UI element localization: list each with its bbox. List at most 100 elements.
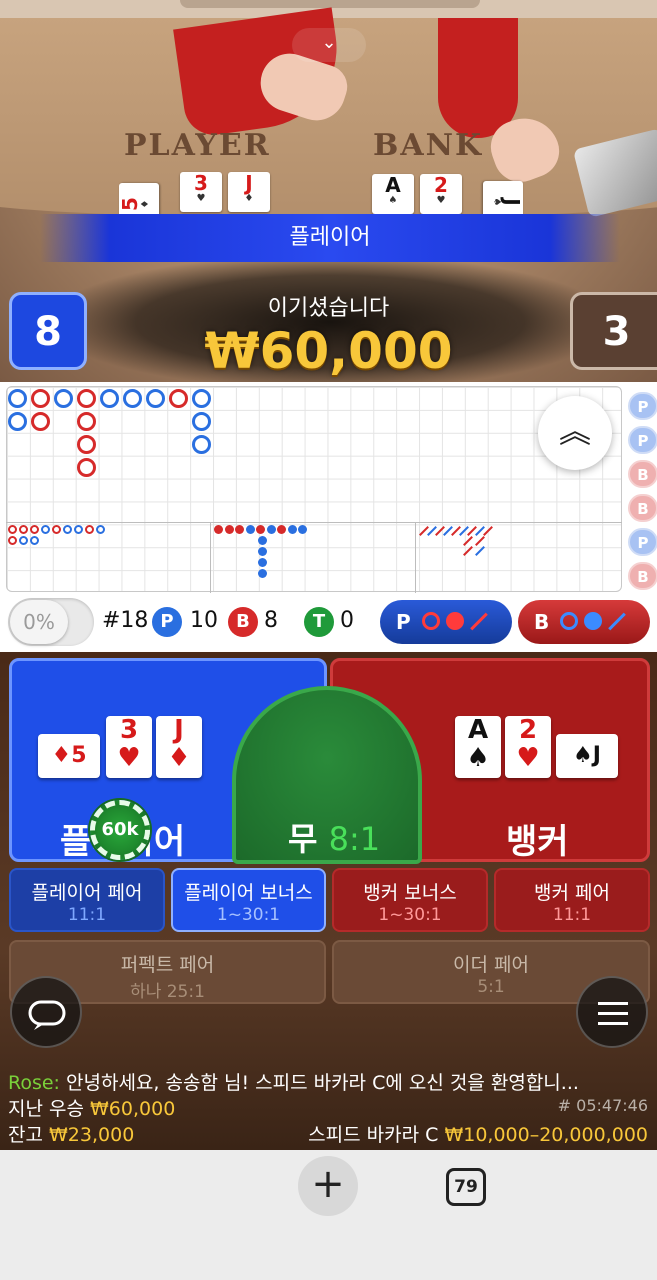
road-mini-ring <box>41 525 50 534</box>
last-win-value: ₩60,000 <box>90 1098 176 1120</box>
banker-card: ♠J <box>556 734 618 778</box>
road-ring <box>123 389 142 408</box>
banker-card: A ♠ <box>455 716 501 778</box>
banker-card: 2 ♥ <box>505 716 551 778</box>
chat-sender: Rose: <box>8 1072 60 1094</box>
road-mini-ring <box>30 525 39 534</box>
road-mini-ring <box>30 536 39 545</box>
last-win: 지난 우승 ₩60,000 <box>8 1098 176 1120</box>
hamburger-menu-icon[interactable] <box>576 976 648 1048</box>
table-card: J ♦ <box>228 172 270 212</box>
player-card: ♦5 <box>38 734 100 778</box>
banker-area-label: BANK <box>373 128 484 163</box>
road-mini-ring <box>96 525 105 534</box>
player-badge: P <box>152 607 182 637</box>
road-dot <box>298 525 307 534</box>
predict-player[interactable]: P <box>628 528 657 556</box>
table-info: 스피드 바카라 C ₩10,000–20,000,000 <box>308 1124 648 1146</box>
road-ring <box>100 389 119 408</box>
player-count: 10 <box>190 608 218 633</box>
baccarat-app: ⌄ PLAYER BANK 5 ♦ 3 ♥ J ♦ A ♠ 2 ♥ J ♠ 플레이어 이기셨… <box>0 0 657 1280</box>
chevron-double-down-icon[interactable]: ⌄ <box>292 28 366 62</box>
bet-chip[interactable]: 60k <box>90 800 150 860</box>
tie-odds: 8:1 <box>328 820 381 858</box>
percent-value: 0% <box>10 600 68 644</box>
percent-toggle[interactable]: 0% <box>8 598 94 646</box>
road-mini-ring <box>74 525 83 534</box>
chat-bubble-icon[interactable] <box>10 976 82 1048</box>
road-mini-ring <box>85 525 94 534</box>
road-mini-ring <box>8 525 17 534</box>
player-area-label: PLAYER <box>124 128 271 163</box>
ask-player-button[interactable]: P <box>380 600 512 644</box>
banker-bonus-bet[interactable]: 뱅커 보너스 1~30:1 <box>332 868 488 932</box>
table-limits: ₩10,000–20,000,000 <box>444 1124 648 1146</box>
balance: 잔고 ₩23,000 <box>8 1124 135 1146</box>
win-message: 이기셨습니다 <box>267 296 390 321</box>
tie-count: 0 <box>340 608 354 633</box>
live-video: ⌄ PLAYER BANK 5 ♦ 3 ♥ J ♦ A ♠ 2 ♥ J ♠ 플레이어 이기셨… <box>0 0 657 382</box>
player-card: J ♦ <box>156 716 202 778</box>
road-dot <box>214 525 223 534</box>
road-dot <box>258 558 267 567</box>
road-ring <box>192 389 211 408</box>
chevron-double-up-icon[interactable]: ︽ <box>538 396 612 470</box>
road-mini-ring <box>8 536 17 545</box>
road-dot <box>235 525 244 534</box>
win-amount: ₩60,000 <box>204 322 453 380</box>
banker-pair-bet[interactable]: 뱅커 페어 11:1 <box>494 868 650 932</box>
road-mini-ring <box>19 525 28 534</box>
road-dot <box>266 525 276 534</box>
ask-player-label: P <box>396 610 411 634</box>
table-card: 2 ♥ <box>420 174 462 214</box>
road-dot <box>277 525 286 534</box>
road-ring <box>77 412 96 431</box>
player-pair-bet[interactable]: 플레이어 페어 11:1 <box>9 868 165 932</box>
road-dot <box>287 525 297 534</box>
balance-value: ₩23,000 <box>49 1124 135 1146</box>
tie-badge: T <box>304 607 334 637</box>
round-number: #18 <box>102 608 149 633</box>
road-ring <box>31 389 50 408</box>
road-ring <box>192 435 211 454</box>
chat-message: Rose: 안녕하세요, 송송함 님! 스피드 바카라 C에 오신 것을 환영합… <box>8 1072 579 1094</box>
road-ring <box>77 389 96 408</box>
predict-player[interactable]: P <box>628 392 657 420</box>
road-dot <box>245 525 255 534</box>
road-ring <box>169 389 188 408</box>
banker-bet-label: 뱅커 <box>506 822 569 862</box>
player-bonus-bet[interactable]: 플레이어 보너스 1~30:1 <box>171 868 326 932</box>
road-mini-ring <box>19 536 28 545</box>
table-card: 3 ♥ <box>180 172 222 212</box>
banker-badge: B <box>228 607 258 637</box>
table-card: A ♠ <box>372 174 414 214</box>
road-dot <box>258 569 267 578</box>
road-mini-ring <box>63 525 72 534</box>
player-card: 3 ♥ <box>106 716 152 778</box>
road-ring <box>77 458 96 477</box>
predict-banker[interactable]: B <box>628 494 657 522</box>
round-id: # 05:47:46 <box>557 1096 648 1115</box>
predict-player[interactable]: P <box>628 426 657 454</box>
road-dot <box>224 525 234 534</box>
road-ring <box>146 389 165 408</box>
player-score: 8 <box>9 292 87 370</box>
road-ring <box>8 412 27 431</box>
road-ring <box>8 389 27 408</box>
road-ring <box>192 412 211 431</box>
road-mini-ring <box>52 525 61 534</box>
road-dot <box>258 547 267 556</box>
road-dot <box>258 536 267 545</box>
road-ring <box>31 412 50 431</box>
predict-banker[interactable]: B <box>628 562 657 590</box>
predict-column[interactable]: P P B B P B <box>626 386 657 592</box>
banker-score: 3 <box>570 292 657 370</box>
tab-count[interactable]: 79 <box>446 1168 486 1206</box>
result-banner: 플레이어 <box>40 214 620 262</box>
road-ring <box>77 435 96 454</box>
predict-banker[interactable]: B <box>628 460 657 488</box>
tie-bet-label: 무 8:1 <box>288 820 381 858</box>
plus-icon[interactable]: + <box>298 1156 358 1216</box>
ask-banker-button[interactable]: B <box>518 600 650 644</box>
dealer-arm-right <box>438 18 518 138</box>
